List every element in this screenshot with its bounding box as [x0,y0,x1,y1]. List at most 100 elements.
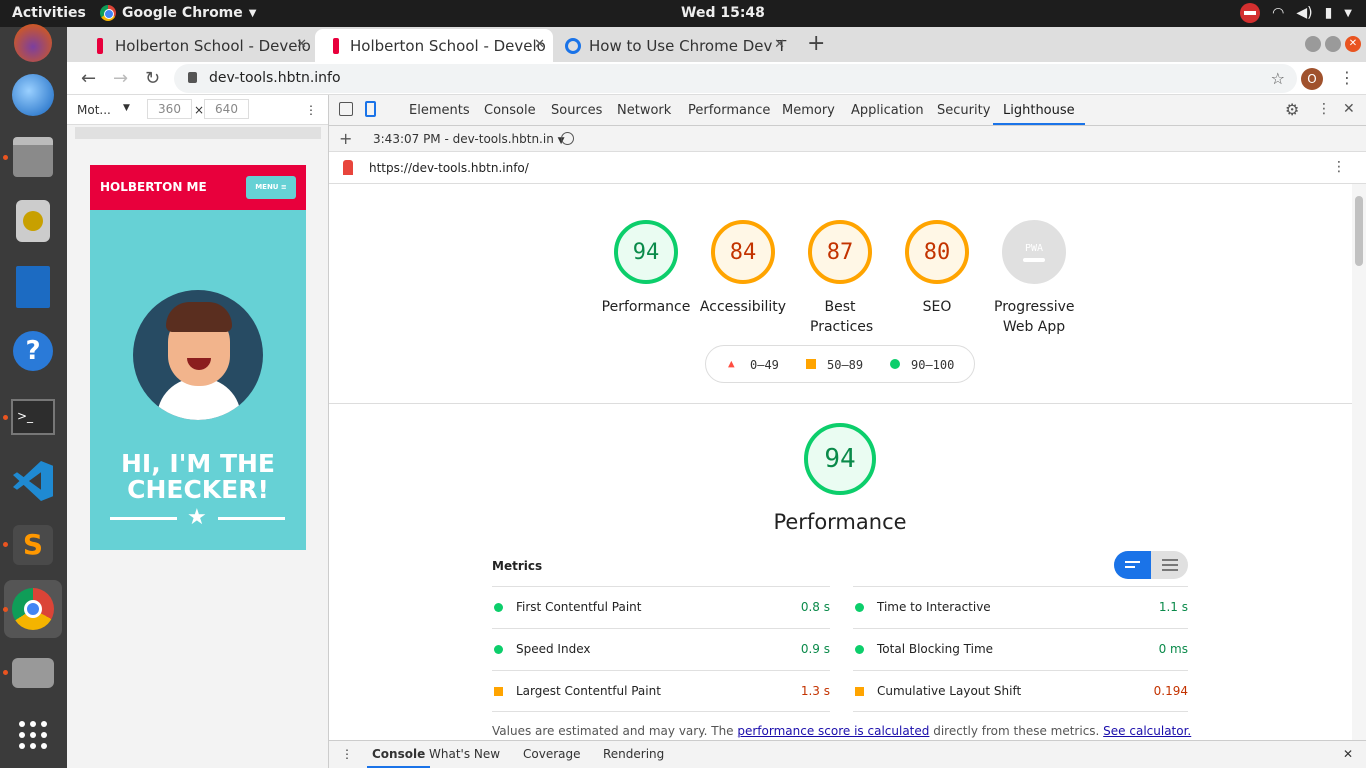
tab-security[interactable]: Security [937,103,990,118]
metrics-view-toggle[interactable] [1114,551,1188,579]
score-calculation-link[interactable]: performance score is calculated [737,724,929,738]
new-report-icon[interactable]: + [339,129,352,148]
vscode-icon[interactable] [9,457,57,505]
tab-performance[interactable]: Performance [688,103,770,118]
metric-name: Cumulative Layout Shift [877,684,1022,698]
tab-sources[interactable]: Sources [551,103,602,118]
system-tray[interactable]: ◠ ◀) ▮ ▼ [1240,3,1352,23]
terminal-icon[interactable]: >_ [9,393,57,441]
device-viewport: Mot... ▼ 360 × 640 ⋮ HOLBERTON ME MENU ≡… [67,95,329,768]
report-select[interactable]: 3:43:07 PM - dev-tools.hbtn.in ▼ [373,132,565,146]
app-menu[interactable]: Google Chrome ▼ [100,5,256,21]
running-indicator [3,155,8,160]
device-toggle-icon[interactable] [365,101,376,117]
score-ring: 84 [711,220,775,284]
fail-triangle-icon: ▲ [728,357,735,370]
forward-button[interactable]: → [113,68,128,89]
inspect-element-icon[interactable] [339,102,353,116]
drawer-tab-coverage[interactable]: Coverage [523,747,581,761]
battery-icon: ▮ [1324,5,1333,21]
help-icon[interactable]: ? [9,327,57,375]
chrome-menu-icon[interactable]: ⋮ [1339,68,1355,87]
browser-tab[interactable]: How to Use Chrome Dev T ✕ [553,29,793,62]
width-input[interactable]: 360 [147,99,192,119]
lock-icon [188,72,197,83]
browser-tab[interactable]: Holberton School - Develo ✕ [75,29,315,62]
address-bar[interactable]: dev-tools.hbtn.info ☆ [174,64,1297,93]
url-text: dev-tools.hbtn.info [209,70,341,86]
height-input[interactable]: 640 [204,99,249,119]
drawer-menu-icon[interactable]: ⋮ [341,747,353,761]
new-tab-button[interactable]: + [807,31,825,56]
expanded-view-button[interactable] [1151,551,1188,579]
site-menu-button[interactable]: MENU ≡ [246,176,296,199]
files-icon[interactable] [9,133,57,181]
lighthouse-report: 94 Performance 84 Accessibility 87 Best … [329,184,1352,740]
chrome-dock-icon[interactable] [4,580,62,638]
metric-row: Largest Contentful Paint 1.3 s [492,670,830,712]
profile-avatar[interactable]: O [1301,68,1323,90]
media-query-bar[interactable] [75,127,321,139]
clear-icon[interactable] [561,132,574,145]
drawer-tab-whats-new[interactable]: What's New [429,747,500,761]
reload-button[interactable]: ↻ [145,68,160,89]
rhythmbox-icon[interactable] [9,197,57,245]
bookmark-star-icon[interactable]: ☆ [1271,64,1285,93]
back-button[interactable]: ← [81,68,96,89]
metric-name: Speed Index [516,642,591,656]
see-calculator-link[interactable]: See calculator. [1103,724,1191,738]
drawer-tab-console[interactable]: Console [367,747,431,768]
browser-tab-active[interactable]: Holberton School - Develo ✕ [315,29,553,62]
close-tab-icon[interactable]: ✕ [296,37,307,52]
tab-title: How to Use Chrome Dev T [589,36,787,55]
score-gauge-best-practices[interactable]: 87 Best Practices [790,220,890,337]
devtools-menu-icon[interactable]: ⋮ [1317,101,1331,117]
device-select[interactable]: Mot... [77,103,111,117]
scrollbar-thumb[interactable] [1355,196,1363,266]
score-gauge-pwa[interactable]: PWA Progressive Web App [984,220,1084,337]
average-square-icon [806,359,816,369]
minimize-button[interactable] [1305,36,1321,52]
tab-elements[interactable]: Elements [409,103,470,118]
report-url[interactable]: https://dev-tools.hbtn.info/ [369,161,529,175]
close-window-button[interactable]: ✕ [1345,36,1361,52]
site-brand[interactable]: HOLBERTON ME [100,180,207,194]
clock[interactable]: Wed 15:48 [681,5,765,21]
chevron-down-icon: ▼ [123,103,130,113]
tab-application[interactable]: Application [851,103,924,118]
score-gauge-seo[interactable]: 80 SEO [887,220,987,317]
app-name: Google Chrome [122,5,243,21]
close-tab-icon[interactable]: ✕ [534,37,545,52]
pass-circle-icon [890,359,900,369]
gear-icon[interactable]: ⚙ [1285,100,1299,119]
metric-row: Time to Interactive 1.1 s [853,586,1188,628]
tab-lighthouse[interactable]: Lighthouse [993,103,1085,125]
performance-score-ring: 94 [804,423,876,495]
app-grid-icon[interactable] [9,711,57,759]
score-gauge-performance[interactable]: 94 Performance [596,220,696,317]
tab-memory[interactable]: Memory [782,103,835,118]
close-devtools-icon[interactable]: ✕ [1343,101,1355,117]
metric-row: Total Blocking Time 0 ms [853,628,1188,670]
device-options-icon[interactable]: ⋮ [305,103,317,117]
score-ring: 94 [614,220,678,284]
drawer-tab-rendering[interactable]: Rendering [603,747,664,761]
tab-network[interactable]: Network [617,103,671,118]
score-gauge-accessibility[interactable]: 84 Accessibility [693,220,793,317]
thunderbird-icon[interactable] [9,71,57,119]
scanner-icon[interactable] [9,649,57,697]
sublime-icon[interactable]: S [9,521,57,569]
writer-icon[interactable] [9,263,57,311]
report-menu-icon[interactable]: ⋮ [1332,159,1346,175]
firefox-icon[interactable] [9,19,57,67]
lighthouse-toolbar: + 3:43:07 PM - dev-tools.hbtn.in ▼ [329,126,1366,152]
close-drawer-icon[interactable]: ✕ [1343,747,1353,761]
maximize-button[interactable] [1325,36,1341,52]
tab-title: Holberton School - Develo [350,36,546,55]
toolbar: ← → ↻ dev-tools.hbtn.info ☆ O ⋮ [67,62,1366,95]
score-label: SEO [922,299,952,315]
tab-console[interactable]: Console [484,103,536,118]
report-scrollbar[interactable] [1352,184,1366,740]
compact-view-button[interactable] [1114,551,1151,579]
close-tab-icon[interactable]: ✕ [774,37,785,52]
